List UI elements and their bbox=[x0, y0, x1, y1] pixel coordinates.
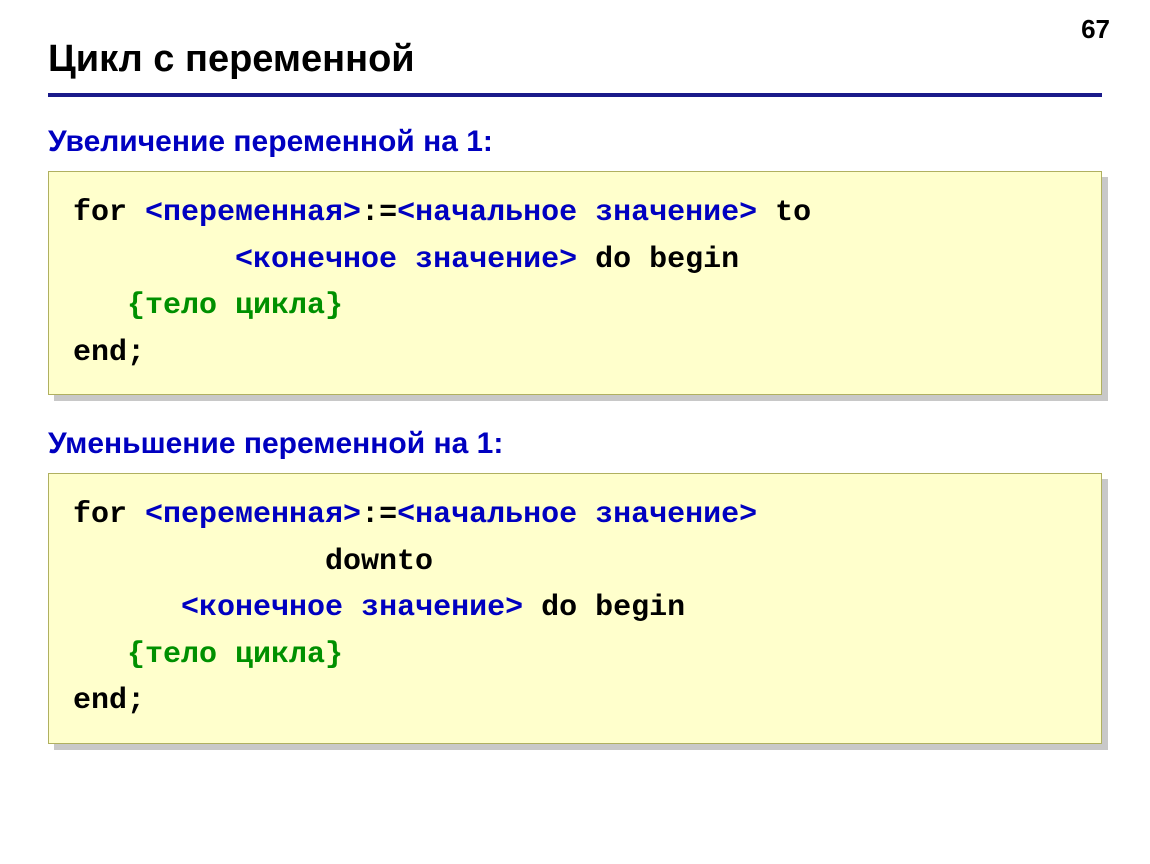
kw-for: for bbox=[73, 196, 145, 230]
kw-assign: := bbox=[361, 498, 397, 532]
kw-end: end; bbox=[73, 336, 145, 370]
code-line: end; bbox=[73, 678, 1077, 725]
code-line: for <переменная>:=<начальное значение> bbox=[73, 492, 1077, 539]
kw-assign: := bbox=[361, 196, 397, 230]
kw-to: to bbox=[757, 196, 811, 230]
body-comment: {тело цикла} bbox=[127, 289, 343, 323]
codeblock-decrement: for <переменная>:=<начальное значение> d… bbox=[48, 473, 1102, 744]
kw-for: for bbox=[73, 498, 145, 532]
section2-heading: Уменьшение переменной на 1: bbox=[48, 427, 1102, 461]
code-line: downto bbox=[73, 539, 1077, 586]
page-number: 67 bbox=[1081, 14, 1110, 45]
kw-downto: downto bbox=[325, 545, 433, 579]
code-line: for <переменная>:=<начальное значение> t… bbox=[73, 190, 1077, 237]
ph-endval: <конечное значение> bbox=[235, 243, 577, 277]
ph-var: <переменная> bbox=[145, 498, 361, 532]
code-line: {тело цикла} bbox=[73, 632, 1077, 679]
kw-end: end; bbox=[73, 684, 145, 718]
code-line: <конечное значение> do begin bbox=[73, 585, 1077, 632]
title-rule bbox=[48, 93, 1102, 97]
section1-heading: Увеличение переменной на 1: bbox=[48, 125, 1102, 159]
ph-endval: <конечное значение> bbox=[181, 591, 523, 625]
code-line: end; bbox=[73, 330, 1077, 377]
ph-start: <начальное значение> bbox=[397, 196, 757, 230]
code-line: {тело цикла} bbox=[73, 283, 1077, 330]
code-line: <конечное значение> do begin bbox=[73, 237, 1077, 284]
body-comment: {тело цикла} bbox=[127, 638, 343, 672]
codeblock-increment: for <переменная>:=<начальное значение> t… bbox=[48, 171, 1102, 395]
kw-dobegin: do begin bbox=[577, 243, 739, 277]
kw-dobegin: do begin bbox=[523, 591, 685, 625]
slide-title: Цикл с переменной bbox=[48, 38, 1102, 81]
ph-var: <переменная> bbox=[145, 196, 361, 230]
ph-start: <начальное значение> bbox=[397, 498, 757, 532]
